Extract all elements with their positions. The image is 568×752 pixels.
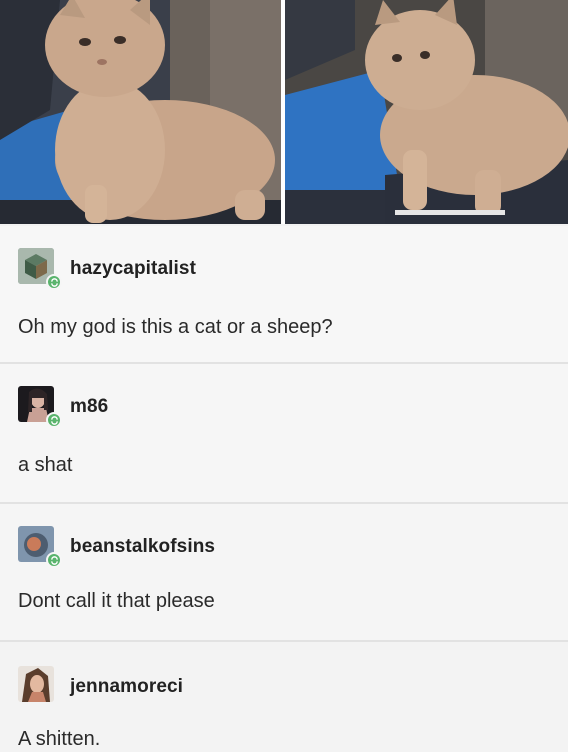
username[interactable]: m86 xyxy=(70,396,108,418)
post-text: A shitten. xyxy=(18,728,101,750)
reply-post: hazycapitalist Oh my god is this a cat o… xyxy=(0,226,568,364)
avatar[interactable] xyxy=(18,248,62,290)
post-text: Dont call it that please xyxy=(18,590,215,612)
avatar[interactable] xyxy=(18,386,62,428)
username[interactable]: beanstalkofsins xyxy=(70,536,215,558)
reblog-icon xyxy=(46,412,62,428)
cat-photo-right xyxy=(285,0,568,224)
cat-photo-left xyxy=(0,0,281,224)
avatar[interactable] xyxy=(18,526,62,568)
avatar[interactable] xyxy=(18,666,58,706)
reply-post: beanstalkofsins Dont call it that please xyxy=(0,504,568,642)
username[interactable]: hazycapitalist xyxy=(70,258,196,280)
reblog-icon xyxy=(46,274,62,290)
reply-post: jennamoreci A shitten. xyxy=(0,642,568,752)
reply-post: m86 a shat xyxy=(0,364,568,504)
post-text: a shat xyxy=(18,454,73,476)
post-text: Oh my god is this a cat or a sheep? xyxy=(18,316,333,338)
username[interactable]: jennamoreci xyxy=(70,676,183,698)
photo-row xyxy=(0,0,568,224)
reblog-icon xyxy=(46,552,62,568)
